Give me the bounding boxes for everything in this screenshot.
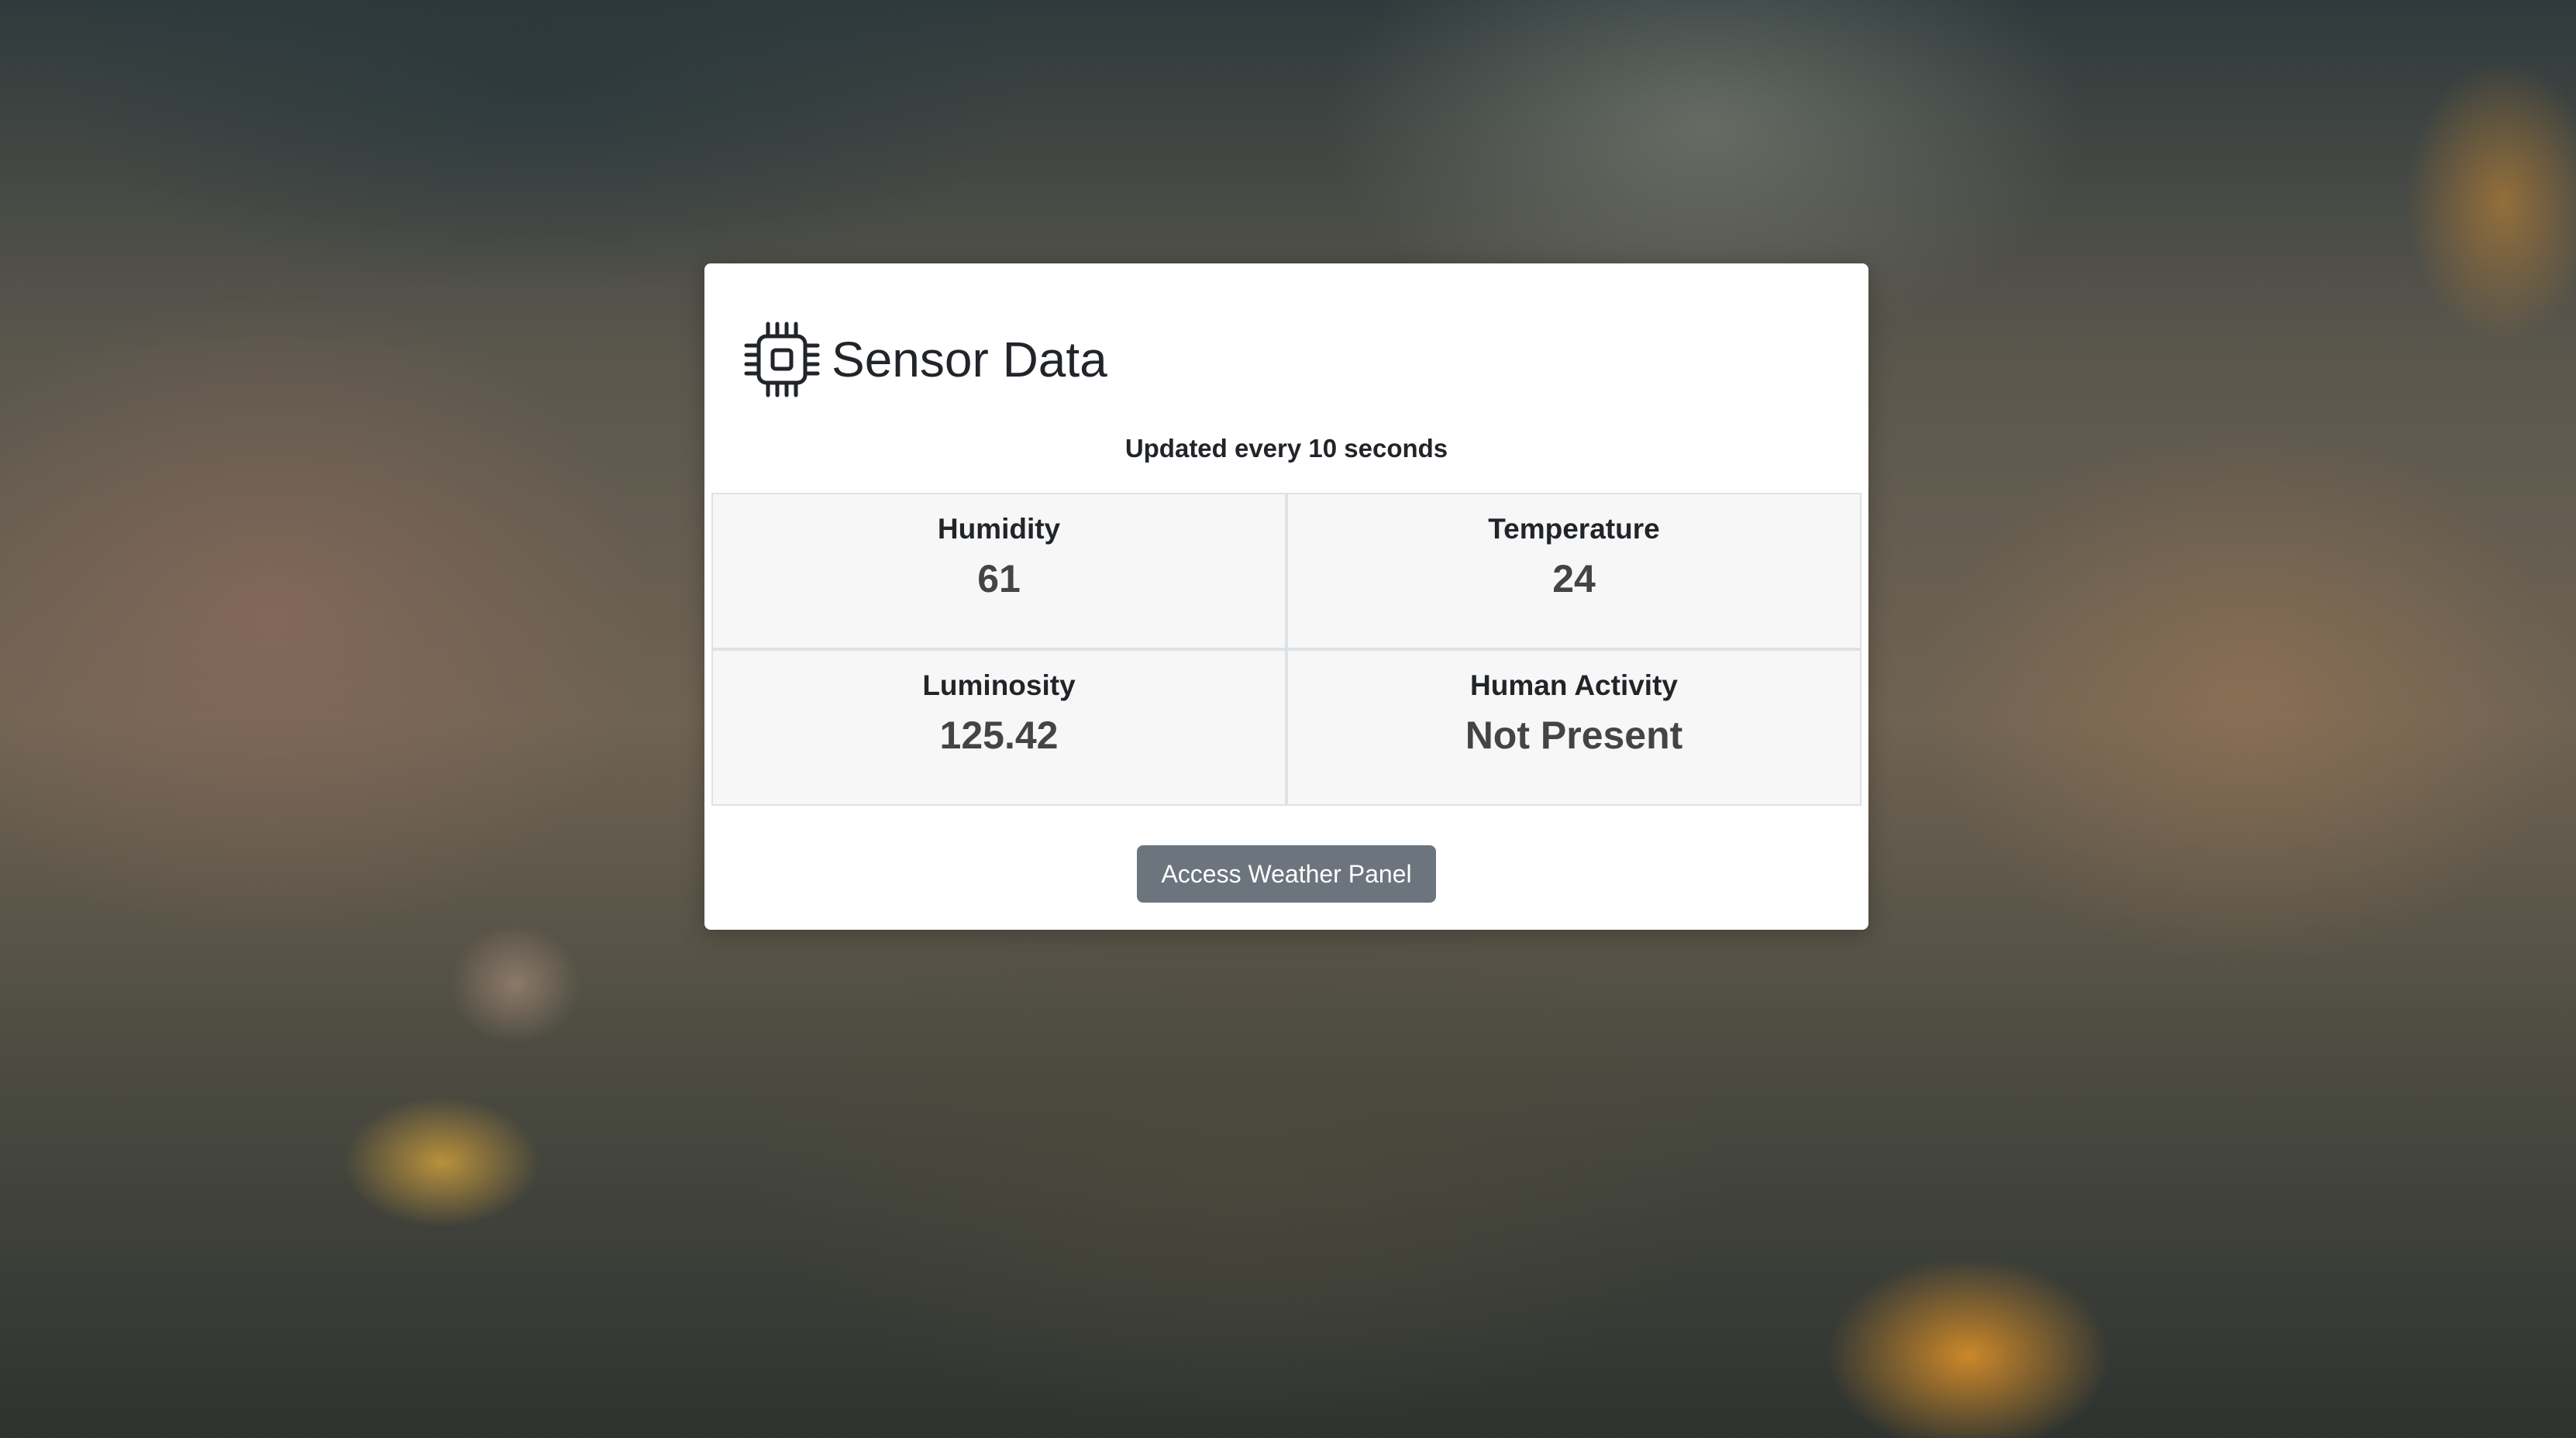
sensor-value: 61	[977, 557, 1021, 600]
sensor-cell-temperature: Temperature 24	[1286, 493, 1861, 649]
sensor-label: Temperature	[1488, 513, 1660, 545]
cpu-chip-icon	[744, 322, 820, 397]
sensor-cell-humidity: Humidity 61	[711, 493, 1286, 649]
sensor-value: 24	[1552, 557, 1596, 600]
sensor-value: 125.42	[939, 714, 1059, 757]
sensor-label: Luminosity	[922, 669, 1076, 701]
sensor-value: Not Present	[1465, 714, 1683, 757]
update-interval-text: Updated every 10 seconds	[1124, 434, 1448, 463]
sensor-grid: Humidity 61 Temperature 24 Luminosity 12…	[711, 493, 1861, 806]
sensor-data-card: Sensor Data Updated every 10 seconds Hum…	[704, 263, 1868, 930]
button-container: Access Weather Panel	[704, 845, 1868, 903]
page-title: Sensor Data	[832, 332, 1107, 387]
sensor-cell-human-activity: Human Activity Not Present	[1286, 649, 1861, 806]
card-header: Sensor Data	[743, 321, 1107, 398]
sensor-label: Humidity	[937, 513, 1061, 545]
sensor-label: Human Activity	[1470, 669, 1678, 701]
sensor-cell-luminosity: Luminosity 125.42	[711, 649, 1286, 806]
access-weather-panel-button[interactable]: Access Weather Panel	[1137, 845, 1436, 903]
